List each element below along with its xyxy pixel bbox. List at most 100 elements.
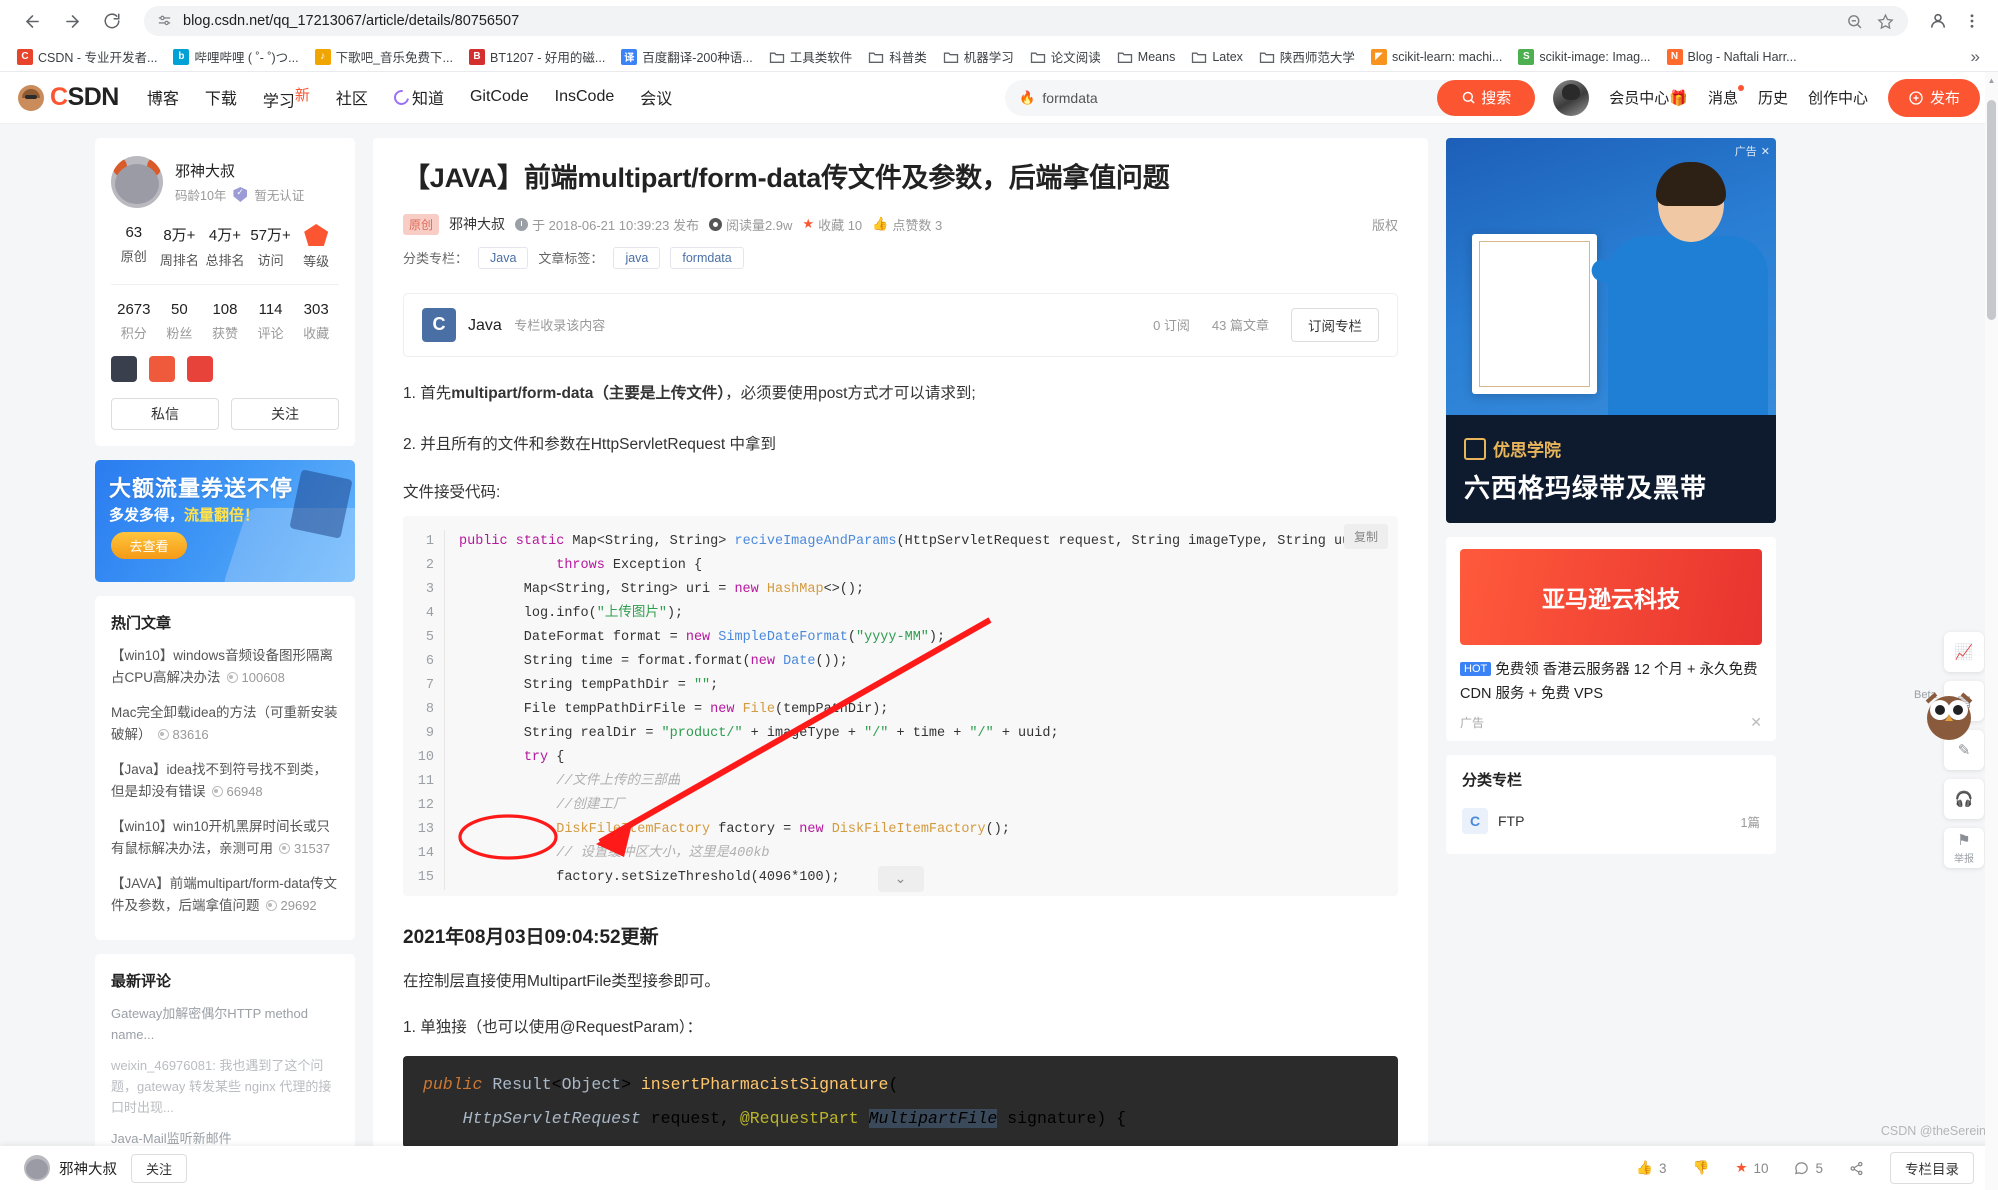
close-icon[interactable]: ✕ [1750,714,1762,731]
promo-button[interactable]: 去查看 [111,532,187,559]
p1-suffix: ，必须要使用post方式才可以请求到; [725,384,976,402]
list-item[interactable]: 【Java】idea找不到符号找不到类，但是却没有错误 66948 [111,759,339,803]
reload-button[interactable] [94,3,130,39]
profile-button[interactable] [1926,9,1950,33]
scrollbar-thumb[interactable] [1987,100,1996,320]
stat-value: 4万+ [208,227,242,244]
bookmarks-overflow-button[interactable]: » [1963,47,1988,67]
copyright-link[interactable]: 版权 [1372,215,1398,234]
page-scrollbar[interactable]: ▲ [1985,72,1998,1190]
forward-button[interactable] [54,3,90,39]
comment-button[interactable]: 5 [1794,1161,1823,1176]
nav-link-社区[interactable]: 社区 [336,85,368,109]
back-button[interactable] [14,3,50,39]
profile-avatar[interactable] [111,156,163,208]
dislike-button[interactable]: 👎 [1693,1160,1710,1176]
badge-icon-1[interactable] [111,356,137,382]
favorite-button[interactable]: ★ 10 [1735,1160,1768,1176]
owl-mascot-icon[interactable] [1918,684,1980,742]
bookmark-item[interactable]: ◤ scikit-learn: machi... [1364,46,1509,68]
nav-link-知道[interactable]: 知道 [390,85,444,109]
subscribe-column-button[interactable]: 订阅专栏 [1291,307,1379,342]
nav-link-博客[interactable]: 博客 [147,85,179,109]
bookmark-star-icon[interactable] [1877,13,1894,30]
rail-button-headset-icon[interactable]: 🎧 [1944,779,1984,819]
bookmark-label: Latex [1212,49,1243,64]
nav-link-GitCode[interactable]: GitCode [470,88,529,106]
bookmark-item[interactable]: ♪ 下歌吧_音乐免费下... [308,44,460,69]
list-item[interactable]: 【win10】windows音频设备图形隔离占CPU高解决办法 100608 [111,645,339,689]
list-item[interactable]: 【JAVA】前端multipart/form-data传文件及参数，后端拿值问题… [111,873,339,917]
bookmark-item[interactable]: 科普类 [861,44,934,69]
nav-link-会议[interactable]: 会议 [640,85,672,109]
search-box[interactable]: 🔥 搜索 [1005,79,1536,116]
bottombar-avatar[interactable] [24,1155,50,1181]
copy-code-button[interactable]: 复制 [1343,523,1388,549]
bookmark-item[interactable]: Means [1110,46,1183,68]
profile-name[interactable]: 邪神大叔 [175,160,304,181]
bookmark-item[interactable]: 译百度翻译-200种语... [614,44,759,69]
expand-code-button[interactable]: ⌄ [877,865,924,892]
list-item[interactable]: Gateway加解密偶尔HTTP method name... weixin_46… [111,1003,339,1118]
advertisement-1[interactable]: 广告 ✕ 优思学院 六西格玛绿带及黑带 [1446,138,1776,523]
category-row[interactable]: C FTP 1篇 [1462,802,1760,840]
folder-icon [1030,52,1045,63]
bookmark-item[interactable]: b 哔哩哔哩 ( ˚- ˚)つ... [166,44,305,69]
ad-brand-name: 优思学院 [1493,441,1561,460]
list-item[interactable]: 【win10】win10开机黑屏时间长或只有鼠标解决办法，亲测可用 31537 [111,816,339,860]
nav-link-InsCode[interactable]: InsCode [555,88,615,106]
publish-button[interactable]: 发布 [1887,78,1980,117]
body-paragraph-2: 2. 并且所有的文件和参数在HttpServletRequest 中拿到 [403,436,776,454]
bookmark-item[interactable]: B BT1207 - 好用的磁... [462,44,612,69]
private-message-button[interactable]: 私信 [111,398,219,430]
column-name[interactable]: Java [468,317,502,334]
code-text: String time = format.format(new Date()); [459,653,848,669]
nav-link-下载[interactable]: 下载 [205,85,237,109]
profile-actions: 私信 关注 [111,398,339,436]
user-avatar[interactable] [1553,79,1590,116]
nav-link-学习[interactable]: 学习新 [263,84,310,111]
nav-right-消息[interactable]: 消息 [1708,85,1744,108]
bookmark-item[interactable]: 陕西师范大学 [1252,44,1362,69]
follow-button[interactable]: 关注 [231,398,339,430]
nav-right-历史[interactable]: 历史 [1758,87,1788,108]
bookmark-item[interactable]: Sscikit-image: Imag... [1511,46,1657,68]
share-button[interactable] [1849,1161,1864,1176]
bookmark-item[interactable]: 工具类软件 [762,44,860,69]
scroll-up-arrow-icon[interactable]: ▲ [1987,76,1996,85]
nav-right-会员中心[interactable]: 会员中心🎁 [1609,87,1688,108]
category-chip[interactable]: Java [478,246,529,269]
bookmark-item[interactable]: C CSDN - 专业开发者... [10,44,164,69]
promo-banner[interactable]: 大额流量券送不停 多发多得，流量翻倍！ 去查看 [95,460,355,582]
comment-body: weixin_46976081: 我也遇到了这个问题，gateway 转发某些 … [111,1058,332,1115]
address-bar[interactable]: blog.csdn.net/qq_17213067/article/detail… [144,6,1908,36]
bookmark-item[interactable]: Latex [1184,46,1250,68]
site-settings-icon[interactable] [156,13,173,30]
bottombar-follow-button[interactable]: 关注 [131,1153,188,1183]
article-author[interactable]: 邪神大叔 [449,214,505,234]
line-number: 15 [403,865,445,890]
rail-button-chart-icon[interactable]: 📈 [1944,632,1984,672]
like-button[interactable]: 👍 3 [1636,1160,1666,1176]
tag-chip[interactable]: formdata [670,246,744,269]
search-button[interactable]: 搜索 [1437,79,1536,116]
chrome-menu-button[interactable] [1960,9,1984,33]
csdn-logo[interactable]: CSDN [18,83,119,112]
badge-icon-2[interactable] [149,356,175,382]
badge-icon-3[interactable] [187,356,213,382]
thumb-up-icon: 👍 [872,216,889,232]
zoom-icon[interactable] [1846,13,1863,30]
nav-right-创作中心[interactable]: 创作中心 [1808,87,1868,108]
bookmark-item[interactable]: 机器学习 [936,44,1021,69]
bookmark-item[interactable]: N Blog - Naftali Harr... [1660,46,1804,68]
close-icon[interactable]: ✕ [1761,145,1770,158]
rail-button-report-icon[interactable]: ⚑ 举报 [1944,828,1984,868]
tag-chip[interactable]: java [613,246,661,269]
bookmark-item[interactable]: 论文阅读 [1023,44,1108,69]
code-line: 4 log.info("上传图片"); [403,601,1398,626]
bottombar-author[interactable]: 邪神大叔 [59,1158,117,1179]
verify-label: 暂无认证 [254,189,305,203]
list-item[interactable]: Mac完全卸载idea的方法（可重新安装破解） 83616 [111,702,339,746]
advertisement-2[interactable]: 亚马逊云科技 HOT 免费领 香港云服务器 12 个月 + 永久免费 CDN 服务… [1446,537,1776,741]
column-directory-button[interactable]: 专栏目录 [1890,1152,1974,1184]
